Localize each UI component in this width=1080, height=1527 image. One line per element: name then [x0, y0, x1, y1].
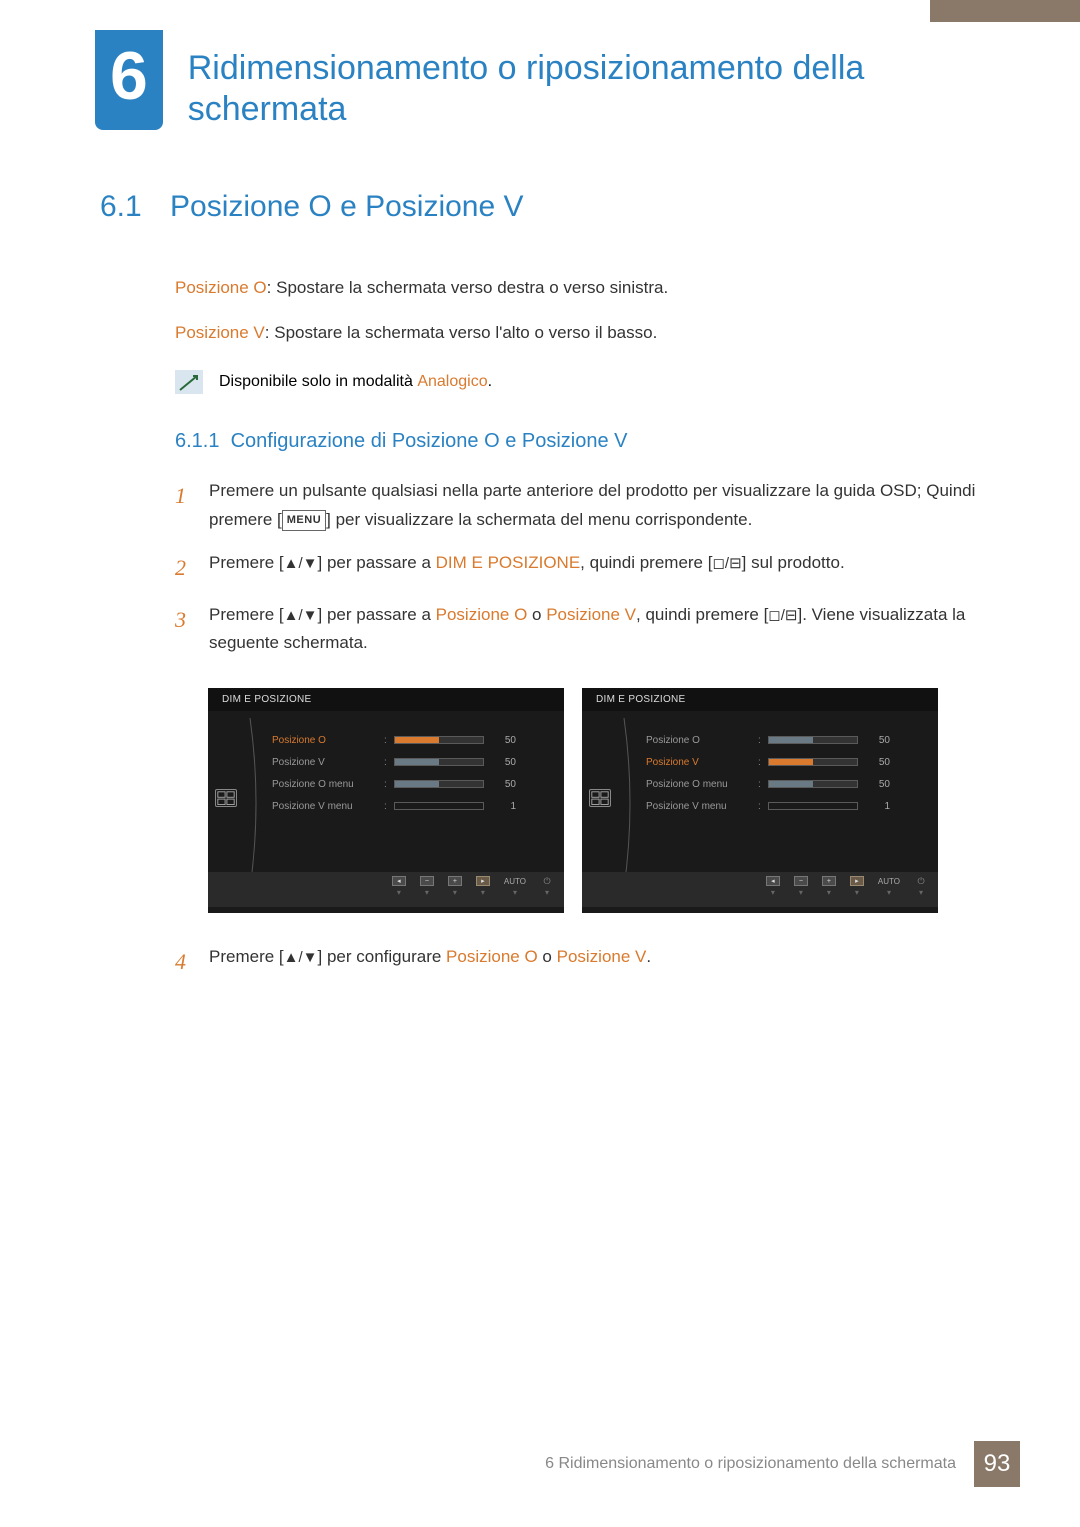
osd-screenshots: DIM E POSIZIONEPosizione O:50Posizione V…	[208, 688, 980, 913]
osd-panel-left: DIM E POSIZIONEPosizione O:50Posizione V…	[208, 688, 564, 913]
osd-row-value: 50	[866, 779, 890, 790]
osd-slider	[394, 780, 484, 788]
up-down-key-icon: ▲/▼	[284, 949, 318, 966]
pos-o-label: Posizione O	[175, 278, 267, 297]
osd-row-label: Posizione V	[646, 757, 758, 768]
step-4: 4 Premere [▲/▼] per configurare Posizion…	[175, 943, 980, 980]
osd-play-icon: ▸▾	[850, 876, 864, 897]
steps-list: 1 Premere un pulsante qualsiasi nella pa…	[175, 477, 980, 658]
osd-panel-right: DIM E POSIZIONEPosizione O:50Posizione V…	[582, 688, 938, 913]
osd-auto-label: AUTO▾	[504, 877, 526, 897]
osd-play-icon: ▸▾	[476, 876, 490, 897]
chapter-number-badge: 6	[95, 30, 163, 130]
osd-row-value: 50	[866, 757, 890, 768]
steps-list-cont: 4 Premere [▲/▼] per configurare Posizion…	[175, 943, 980, 980]
osd-title: DIM E POSIZIONE	[582, 688, 938, 711]
osd-footer: ◂▾ −▾ +▾ ▸▾ AUTO▾ ⏻▾	[582, 872, 938, 907]
up-down-key-icon: ▲/▼	[284, 606, 318, 623]
source-key-icon: ◻/⊟	[768, 606, 797, 623]
osd-row-label: Posizione V menu	[272, 801, 384, 812]
osd-row-label: Posizione V	[272, 757, 384, 768]
info-note-icon	[175, 370, 203, 394]
osd-slider	[394, 736, 484, 744]
osd-slider	[394, 802, 484, 810]
osd-slider	[768, 780, 858, 788]
osd-slider	[768, 802, 858, 810]
osd-row: Posizione O:50	[272, 729, 552, 751]
osd-slider	[394, 758, 484, 766]
step-number: 1	[175, 477, 209, 535]
dim-e-posizione-label: DIM E POSIZIONE	[436, 553, 581, 572]
up-down-key-icon: ▲/▼	[284, 555, 318, 572]
osd-row-value: 1	[492, 801, 516, 812]
osd-row-value: 50	[492, 757, 516, 768]
step-number: 2	[175, 549, 209, 586]
note-text: Disponibile solo in modalità Analogico.	[219, 373, 492, 391]
osd-row-label: Posizione O menu	[646, 779, 758, 790]
osd-category-icon	[215, 789, 237, 807]
menu-key-icon: MENU	[282, 510, 326, 531]
page-footer: 6 Ridimensionamento o riposizionamento d…	[0, 1441, 1080, 1487]
section-heading: 6.1Posizione O e Posizione V	[100, 190, 980, 224]
osd-plus-icon: +▾	[448, 876, 462, 897]
pos-v-label: Posizione V	[175, 323, 265, 342]
section-title: Posizione O e Posizione V	[170, 190, 524, 223]
osd-minus-icon: −▾	[420, 876, 434, 897]
subsection-heading: 6.1.1 Configurazione di Posizione O e Po…	[175, 430, 980, 453]
note-row: Disponibile solo in modalità Analogico.	[175, 370, 980, 394]
source-key-icon: ◻/⊟	[712, 555, 741, 572]
osd-row-value: 50	[866, 735, 890, 746]
pos-o-description: Posizione O: Spostare la schermata verso…	[175, 274, 980, 301]
osd-minus-icon: −▾	[794, 876, 808, 897]
osd-auto-label: AUTO▾	[878, 877, 900, 897]
osd-row: Posizione V menu:1	[646, 795, 926, 817]
subsection-number: 6.1.1	[175, 430, 219, 452]
chapter-header: 6 Ridimensionamento o riposizionamento d…	[0, 0, 1080, 130]
pos-v-description: Posizione V: Spostare la schermata verso…	[175, 319, 980, 346]
osd-row-value: 50	[492, 735, 516, 746]
osd-plus-icon: +▾	[822, 876, 836, 897]
osd-row-label: Posizione O	[272, 735, 384, 746]
osd-row: Posizione O:50	[646, 729, 926, 751]
page-number: 93	[974, 1441, 1020, 1487]
subsection-title: Configurazione di Posizione O e Posizion…	[231, 430, 628, 452]
top-accent-bar	[930, 0, 1080, 22]
step-number: 4	[175, 943, 209, 980]
osd-slider	[768, 758, 858, 766]
page-content: 6.1Posizione O e Posizione V Posizione O…	[0, 130, 1080, 981]
osd-footer: ◂▾ −▾ +▾ ▸▾ AUTO▾ ⏻▾	[208, 872, 564, 907]
osd-curve-decoration	[242, 718, 282, 888]
osd-row-label: Posizione V menu	[646, 801, 758, 812]
osd-row: Posizione O menu:50	[646, 773, 926, 795]
footer-text: 6 Ridimensionamento o riposizionamento d…	[545, 1455, 956, 1473]
osd-row: Posizione O menu:50	[272, 773, 552, 795]
step-3: 3 Premere [▲/▼] per passare a Posizione …	[175, 601, 980, 659]
osd-curve-decoration	[616, 718, 656, 888]
osd-row-value: 50	[492, 779, 516, 790]
osd-slider	[768, 736, 858, 744]
osd-power-icon: ⏻▾	[540, 876, 554, 897]
osd-back-icon: ◂▾	[766, 876, 780, 897]
osd-back-icon: ◂▾	[392, 876, 406, 897]
step-number: 3	[175, 601, 209, 659]
osd-row: Posizione V:50	[272, 751, 552, 773]
osd-row-label: Posizione O	[646, 735, 758, 746]
osd-row: Posizione V menu:1	[272, 795, 552, 817]
osd-title: DIM E POSIZIONE	[208, 688, 564, 711]
section-number: 6.1	[100, 190, 170, 224]
mode-analogico: Analogico	[417, 373, 487, 390]
chapter-title: Ridimensionamento o riposizionamento del…	[188, 30, 1005, 130]
step-1: 1 Premere un pulsante qualsiasi nella pa…	[175, 477, 980, 535]
osd-category-icon	[589, 789, 611, 807]
osd-power-icon: ⏻▾	[914, 876, 928, 897]
osd-row-value: 1	[866, 801, 890, 812]
osd-row: Posizione V:50	[646, 751, 926, 773]
step-2: 2 Premere [▲/▼] per passare a DIM E POSI…	[175, 549, 980, 586]
osd-row-label: Posizione O menu	[272, 779, 384, 790]
